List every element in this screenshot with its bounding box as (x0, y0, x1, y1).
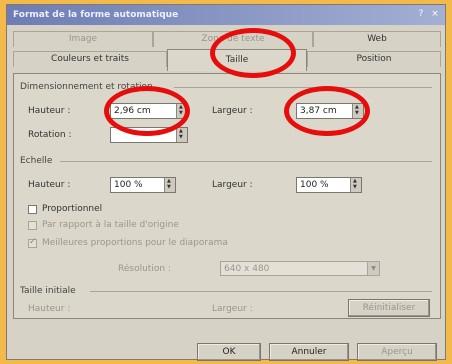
spin-down-icon[interactable]: ▼ (179, 134, 183, 140)
echelle-largeur-input[interactable]: 100 % ▲ ▼ (296, 177, 362, 193)
taille-initiale-largeur-label: Largeur : (212, 304, 253, 314)
hauteur-value: 2,96 cm (114, 106, 151, 116)
rotation-spinner[interactable]: ▲ ▼ (176, 128, 187, 142)
echelle-hauteur-value: 100 % (114, 180, 143, 190)
group-echelle-label: Echelle (20, 156, 53, 166)
format-autoshape-dialog: Format de la forme automatique ? × Image… (6, 4, 446, 361)
tab-web[interactable]: Web (313, 31, 441, 47)
largeur-spinner[interactable]: ▲ ▼ (352, 104, 363, 118)
close-icon[interactable]: × (429, 9, 441, 20)
echelle-hauteur-input[interactable]: 100 % ▲ ▼ (110, 177, 176, 193)
resolution-label: Résolution : (118, 264, 171, 274)
largeur-label: Largeur : (212, 106, 253, 116)
hauteur-label: Hauteur : (28, 106, 71, 116)
echelle-largeur-label: Largeur : (212, 180, 253, 190)
meilleures-proportions-checkbox[interactable]: ✓ (28, 237, 37, 248)
spin-down-icon[interactable]: ▼ (179, 110, 183, 116)
group-divider (60, 161, 432, 162)
apercu-button[interactable]: Aperçu (357, 343, 437, 361)
spin-down-icon[interactable]: ▼ (167, 184, 171, 190)
echelle-largeur-spinner[interactable]: ▲ ▼ (350, 178, 361, 192)
check-icon: ✓ (29, 237, 37, 247)
rotation-input[interactable]: ▲ ▼ (110, 127, 188, 143)
echelle-largeur-value: 100 % (300, 180, 329, 190)
help-icon[interactable]: ? (415, 9, 427, 20)
tab-zone-de-texte[interactable]: Zone de texte (153, 31, 313, 47)
par-rapport-label: Par rapport à la taille d'origine (42, 220, 179, 230)
largeur-input[interactable]: 3,87 cm ▲ ▼ (296, 103, 364, 119)
par-rapport-checkbox[interactable] (28, 221, 37, 230)
chevron-down-icon[interactable]: ▼ (367, 262, 379, 275)
tab-taille[interactable]: Taille (167, 49, 307, 71)
proportionnel-label: Proportionnel (42, 204, 103, 214)
dialog-title: Format de la forme automatique (13, 10, 179, 20)
resolution-value: 640 x 480 (224, 264, 270, 274)
tab-image[interactable]: Image (13, 31, 153, 47)
resolution-select[interactable]: 640 x 480 ▼ (220, 261, 380, 276)
annuler-button[interactable]: Annuler (269, 343, 349, 361)
largeur-value: 3,87 cm (300, 106, 337, 116)
title-bar[interactable]: Format de la forme automatique ? × (7, 5, 445, 25)
tab-position[interactable]: Position (307, 51, 441, 67)
group-dimensionnement-label: Dimensionnement et rotation (20, 82, 153, 92)
group-taille-initiale-label: Taille initiale (20, 286, 76, 296)
spin-down-icon[interactable]: ▼ (355, 110, 359, 116)
echelle-hauteur-spinner[interactable]: ▲ ▼ (164, 178, 175, 192)
spin-down-icon[interactable]: ▼ (353, 184, 357, 190)
reinitialiser-button[interactable]: Réinitialiser (348, 299, 430, 317)
proportionnel-checkbox[interactable] (28, 205, 37, 214)
group-divider (90, 291, 432, 292)
echelle-hauteur-label: Hauteur : (28, 180, 71, 190)
group-divider (174, 87, 432, 88)
tab-couleurs-et-traits[interactable]: Couleurs et traits (13, 51, 167, 67)
hauteur-input[interactable]: 2,96 cm ▲ ▼ (110, 103, 188, 119)
taille-panel: Dimensionnement et rotation Hauteur : 2,… (13, 73, 441, 319)
meilleures-proportions-label: Meilleures proportions pour le diaporama (42, 238, 228, 248)
hauteur-spinner[interactable]: ▲ ▼ (176, 104, 187, 118)
ok-button[interactable]: OK (197, 343, 261, 361)
rotation-label: Rotation : (28, 130, 72, 140)
taille-initiale-hauteur-label: Hauteur : (28, 304, 71, 314)
